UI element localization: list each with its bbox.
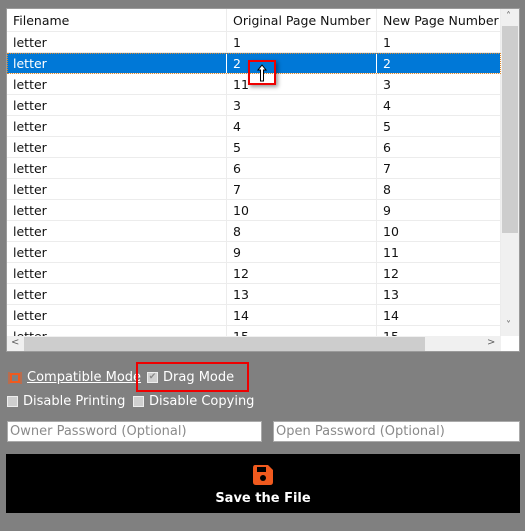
table-row[interactable]: letter 9 11	[7, 242, 501, 263]
table-row[interactable]: letter 5 6	[7, 137, 501, 158]
floppy-disk-icon	[253, 465, 273, 485]
up-arrow-cursor-icon	[256, 64, 268, 82]
cell-filename: letter	[7, 200, 227, 220]
cell-filename: letter	[7, 326, 227, 336]
checkbox-icon[interactable]	[7, 396, 18, 407]
cell-new-page: New Page Number	[377, 9, 501, 31]
drag-mode-label: Drag Mode	[163, 370, 235, 385]
cell-original-page: 7	[227, 179, 377, 199]
cell-original-page: 6	[227, 158, 377, 178]
cell-new-page: 14	[377, 305, 501, 325]
table-row[interactable]: letter1515	[7, 326, 501, 336]
owner-password-input[interactable]	[7, 421, 262, 442]
scroll-down-icon[interactable]: ˅	[506, 320, 511, 331]
table-row[interactable]: letter 8 10	[7, 221, 501, 242]
cell-filename: letter	[7, 242, 227, 262]
scroll-right-icon[interactable]: >	[487, 337, 495, 348]
table-row[interactable]: letter 6 7	[7, 158, 501, 179]
cell-filename: letter	[7, 221, 227, 241]
cell-new-page: 5	[377, 116, 501, 136]
compatible-mode-link[interactable]: Compatible Mode	[8, 370, 141, 385]
table-row[interactable]: letter 4 5	[7, 116, 501, 137]
cell-new-page: 13	[377, 284, 501, 304]
table-header[interactable]: Filename Original Page Number New Page Num…	[7, 9, 501, 32]
save-file-label: Save the File	[215, 491, 311, 506]
cell-new-page: 11	[377, 242, 501, 262]
cell-original-page: 9	[227, 242, 377, 262]
save-file-button[interactable]: Save the File	[6, 454, 520, 513]
cell-filename: letter	[7, 116, 227, 136]
scroll-left-icon[interactable]: <	[11, 337, 19, 348]
cell-filename: letter	[7, 179, 227, 199]
cell-new-page: 15	[377, 326, 501, 336]
horizontal-scroll-thumb[interactable]	[24, 337, 425, 351]
cell-original-page: 10	[227, 200, 377, 220]
cell-new-page: 8	[377, 179, 501, 199]
cell-filename: letter	[7, 32, 227, 52]
cell-filename: letter	[7, 137, 227, 157]
cell-filename: letter	[7, 74, 227, 94]
table-row[interactable]: letter 1 1	[7, 32, 501, 53]
cell-new-page: 4	[377, 95, 501, 115]
cell-original-page: 3	[227, 95, 377, 115]
cell-filename: letter	[7, 284, 227, 304]
disable-copying-checkbox[interactable]: Disable Copying	[133, 394, 254, 409]
cell-new-page: 2	[377, 53, 501, 73]
cell-original-page: 5	[227, 137, 377, 157]
compatible-mode-icon	[8, 371, 22, 384]
cell-filename: letter	[7, 158, 227, 178]
cell-original-page: 14	[227, 305, 377, 325]
cell-new-page: 10	[377, 221, 501, 241]
drag-cursor-highlight	[248, 60, 276, 85]
vertical-scrollbar[interactable]: ˄ ˅	[501, 9, 519, 336]
disable-copying-label: Disable Copying	[149, 394, 255, 409]
drag-mode-checkbox[interactable]: ✔ Drag Mode	[147, 370, 234, 385]
table-row[interactable]: letter 12 12	[7, 263, 501, 284]
cell-filename: letter	[7, 305, 227, 325]
open-password-input[interactable]	[273, 421, 520, 442]
table-row[interactable]: letter 13 13	[7, 284, 501, 305]
vertical-scroll-thumb[interactable]	[502, 26, 518, 233]
checkbox-checked-icon[interactable]: ✔	[147, 372, 158, 383]
cell-original-page: 12	[227, 263, 377, 283]
cell-original-page: Original Page Number	[227, 9, 377, 31]
cell-filename: Filename	[7, 9, 227, 31]
cell-filename: letter	[7, 263, 227, 283]
cell-new-page: 6	[377, 137, 501, 157]
cell-original-page: 1	[227, 32, 377, 52]
cell-new-page: 9	[377, 200, 501, 220]
cell-original-page: 4	[227, 116, 377, 136]
table-row[interactable]: letter 3 4	[7, 95, 501, 116]
cell-original-page: 15	[227, 326, 377, 336]
table-body: Filename Original Page Number New Page Num…	[7, 9, 501, 336]
table-row[interactable]: letter 14 14	[7, 305, 501, 326]
disable-printing-checkbox[interactable]: Disable Printing	[7, 394, 125, 409]
compatible-mode-label[interactable]: Compatible Mode	[27, 370, 141, 385]
table-row[interactable]: letter 7 8	[7, 179, 501, 200]
horizontal-scrollbar[interactable]: < >	[7, 336, 501, 351]
scroll-up-icon[interactable]: ˄	[506, 11, 511, 22]
disable-printing-label: Disable Printing	[23, 394, 126, 409]
cell-new-page: 3	[377, 74, 501, 94]
cell-new-page: 1	[377, 32, 501, 52]
cell-original-page: 13	[227, 284, 377, 304]
cell-new-page: 7	[377, 158, 501, 178]
cell-original-page: 8	[227, 221, 377, 241]
cell-new-page: 12	[377, 263, 501, 283]
checkbox-icon[interactable]	[133, 396, 144, 407]
table-row[interactable]: letter 10 9	[7, 200, 501, 221]
cell-filename: letter	[7, 95, 227, 115]
cell-filename: letter	[7, 53, 227, 73]
